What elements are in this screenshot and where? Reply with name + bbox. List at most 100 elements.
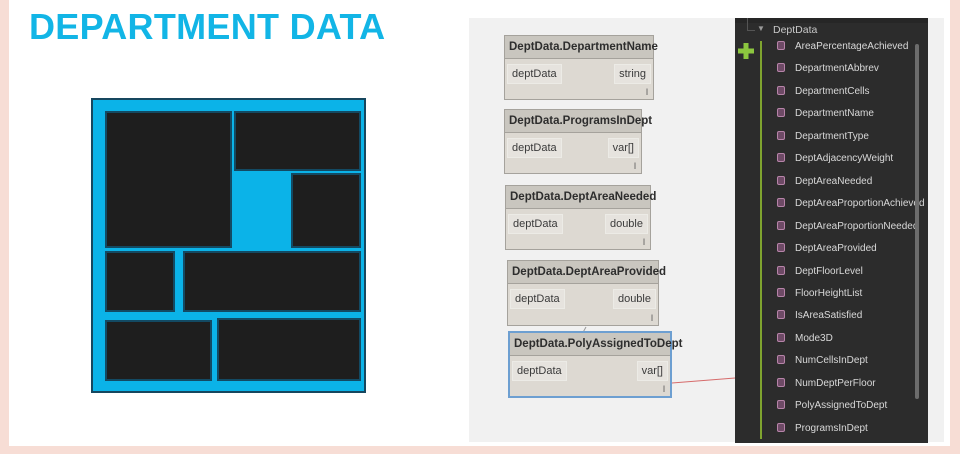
output-port[interactable]: var[] bbox=[607, 138, 639, 158]
category-indicator-bar bbox=[760, 41, 762, 439]
department-block bbox=[105, 320, 212, 381]
library-item[interactable]: DeptAreaProvided bbox=[777, 241, 877, 257]
output-port[interactable]: string bbox=[614, 64, 651, 84]
method-icon bbox=[777, 85, 785, 95]
department-block bbox=[183, 251, 361, 312]
method-icon bbox=[777, 108, 785, 118]
method-icon bbox=[777, 130, 785, 140]
library-item[interactable]: DepartmentName bbox=[777, 106, 874, 122]
library-item[interactable]: IsAreaSatisfied bbox=[777, 308, 862, 324]
method-icon bbox=[777, 243, 785, 253]
library-item-label: DeptAreaNeeded bbox=[795, 175, 873, 187]
method-icon bbox=[777, 153, 785, 163]
node-title: DeptData.DeptAreaNeeded bbox=[506, 186, 656, 209]
library-item-label: DepartmentName bbox=[795, 108, 874, 120]
node-title: DeptData.ProgramsInDept bbox=[505, 110, 652, 133]
node-dept-area-provided[interactable]: DeptData.DeptAreaProvided deptData doubl… bbox=[507, 260, 666, 326]
method-icon bbox=[777, 400, 785, 410]
node-title: DeptData.PolyAssignedToDept bbox=[510, 333, 682, 356]
library-item-label: NumCellsInDept bbox=[795, 355, 868, 367]
library-item-label: NumDeptPerFloor bbox=[795, 377, 876, 389]
node-department-name[interactable]: DeptData.DepartmentName deptData string … bbox=[504, 35, 658, 100]
input-port[interactable]: deptData bbox=[507, 64, 562, 84]
slide-edge-left bbox=[0, 0, 9, 454]
lacing-indicator: l bbox=[646, 87, 648, 97]
library-item[interactable]: DeptAdjacencyWeight bbox=[777, 151, 893, 167]
library-item[interactable]: DepartmentCells bbox=[777, 84, 869, 100]
method-icon bbox=[777, 41, 785, 50]
library-item[interactable]: Mode3D bbox=[777, 331, 833, 347]
slide-edge-right bbox=[950, 0, 960, 454]
library-item-label: DepartmentCells bbox=[795, 85, 870, 97]
library-item-label: DepartmentAbbrev bbox=[795, 63, 879, 75]
input-port[interactable]: deptData bbox=[510, 289, 565, 309]
library-item[interactable]: DepartmentType bbox=[777, 129, 869, 145]
library-item-label: ProgramsInDept bbox=[795, 422, 868, 434]
library-item[interactable]: DeptAreaProportionNeeded bbox=[777, 219, 918, 235]
node-title: DeptData.DeptAreaProvided bbox=[508, 261, 666, 284]
method-icon bbox=[777, 310, 785, 320]
library-item-label: DeptAdjacencyWeight bbox=[795, 153, 894, 165]
input-port[interactable]: deptData bbox=[507, 138, 562, 158]
library-item-label: DeptAreaProportionAchieved bbox=[795, 198, 925, 210]
node-poly-assigned-to-dept[interactable]: DeptData.PolyAssignedToDept deptData var… bbox=[508, 331, 682, 398]
node-dept-area-needed[interactable]: DeptData.DeptAreaNeeded deptData double … bbox=[505, 185, 656, 250]
method-icon bbox=[777, 175, 785, 185]
method-icon bbox=[777, 355, 785, 365]
method-icon bbox=[777, 332, 785, 342]
library-item-label: PolyAssignedToDept bbox=[795, 400, 888, 412]
library-item-label: Mode3D bbox=[795, 332, 833, 344]
library-category-header[interactable]: DeptData bbox=[773, 24, 817, 36]
method-icon bbox=[777, 422, 785, 432]
slide-title: DEPARTMENT DATA bbox=[29, 6, 386, 47]
library-item[interactable]: NumCellsInDept bbox=[777, 353, 868, 369]
library-item-label: DepartmentType bbox=[795, 130, 869, 142]
library-item-label: DeptAreaProvided bbox=[795, 243, 877, 255]
output-port[interactable]: double bbox=[604, 214, 648, 234]
method-icon bbox=[777, 198, 785, 208]
input-port[interactable]: deptData bbox=[508, 214, 563, 234]
input-port[interactable]: deptData bbox=[512, 361, 567, 381]
library-item[interactable]: DeptAreaNeeded bbox=[777, 174, 872, 190]
library-item[interactable]: DepartmentAbbrev bbox=[777, 61, 879, 77]
node-title: DeptData.DepartmentName bbox=[505, 36, 658, 59]
library-item[interactable]: ProgramsInDept bbox=[777, 421, 868, 437]
library-item-label: FloorHeightList bbox=[795, 287, 863, 299]
library-item-label: AreaPercentageAchieved bbox=[795, 41, 909, 52]
lacing-indicator: l bbox=[634, 161, 636, 171]
tree-line bbox=[747, 18, 748, 30]
method-icon bbox=[777, 63, 785, 73]
library-item-label: IsAreaSatisfied bbox=[795, 310, 863, 322]
lacing-indicator: l bbox=[651, 313, 653, 323]
library-scrollbar[interactable] bbox=[915, 44, 919, 399]
library-item-label: DeptAreaProportionNeeded bbox=[795, 220, 919, 232]
plus-icon[interactable] bbox=[737, 42, 755, 60]
library-panel[interactable]: ▼ DeptData AreaPercentageAchieved Departm… bbox=[735, 18, 928, 443]
output-port[interactable]: double bbox=[612, 289, 656, 309]
node-programs-in-dept[interactable]: DeptData.ProgramsInDept deptData var[] l bbox=[504, 109, 652, 174]
library-item[interactable]: DeptAreaProportionAchieved bbox=[777, 196, 925, 212]
department-block bbox=[291, 173, 361, 248]
library-item[interactable]: PolyAssignedToDept bbox=[777, 398, 887, 414]
method-icon bbox=[777, 377, 785, 387]
lacing-indicator: l bbox=[663, 384, 665, 394]
method-icon bbox=[777, 265, 785, 275]
department-layout-diagram bbox=[91, 98, 366, 393]
method-icon bbox=[777, 287, 785, 297]
library-item[interactable]: FloorHeightList bbox=[777, 286, 862, 302]
library-item[interactable]: AreaPercentageAchieved bbox=[777, 39, 908, 55]
department-block bbox=[217, 318, 361, 381]
library-item[interactable]: DeptFloorLevel bbox=[777, 264, 863, 280]
tree-line bbox=[747, 30, 755, 31]
output-port[interactable]: var[] bbox=[636, 361, 668, 381]
expand-caret-icon[interactable]: ▼ bbox=[757, 24, 765, 33]
library-item[interactable]: NumDeptPerFloor bbox=[777, 376, 876, 392]
library-item-label: DeptFloorLevel bbox=[795, 265, 863, 277]
slide-edge-bottom bbox=[0, 446, 960, 454]
lacing-indicator: l bbox=[643, 237, 645, 247]
library-top-bar bbox=[735, 18, 928, 23]
department-block bbox=[234, 111, 361, 171]
department-block bbox=[105, 111, 232, 248]
department-block bbox=[105, 251, 175, 312]
method-icon bbox=[777, 220, 785, 230]
